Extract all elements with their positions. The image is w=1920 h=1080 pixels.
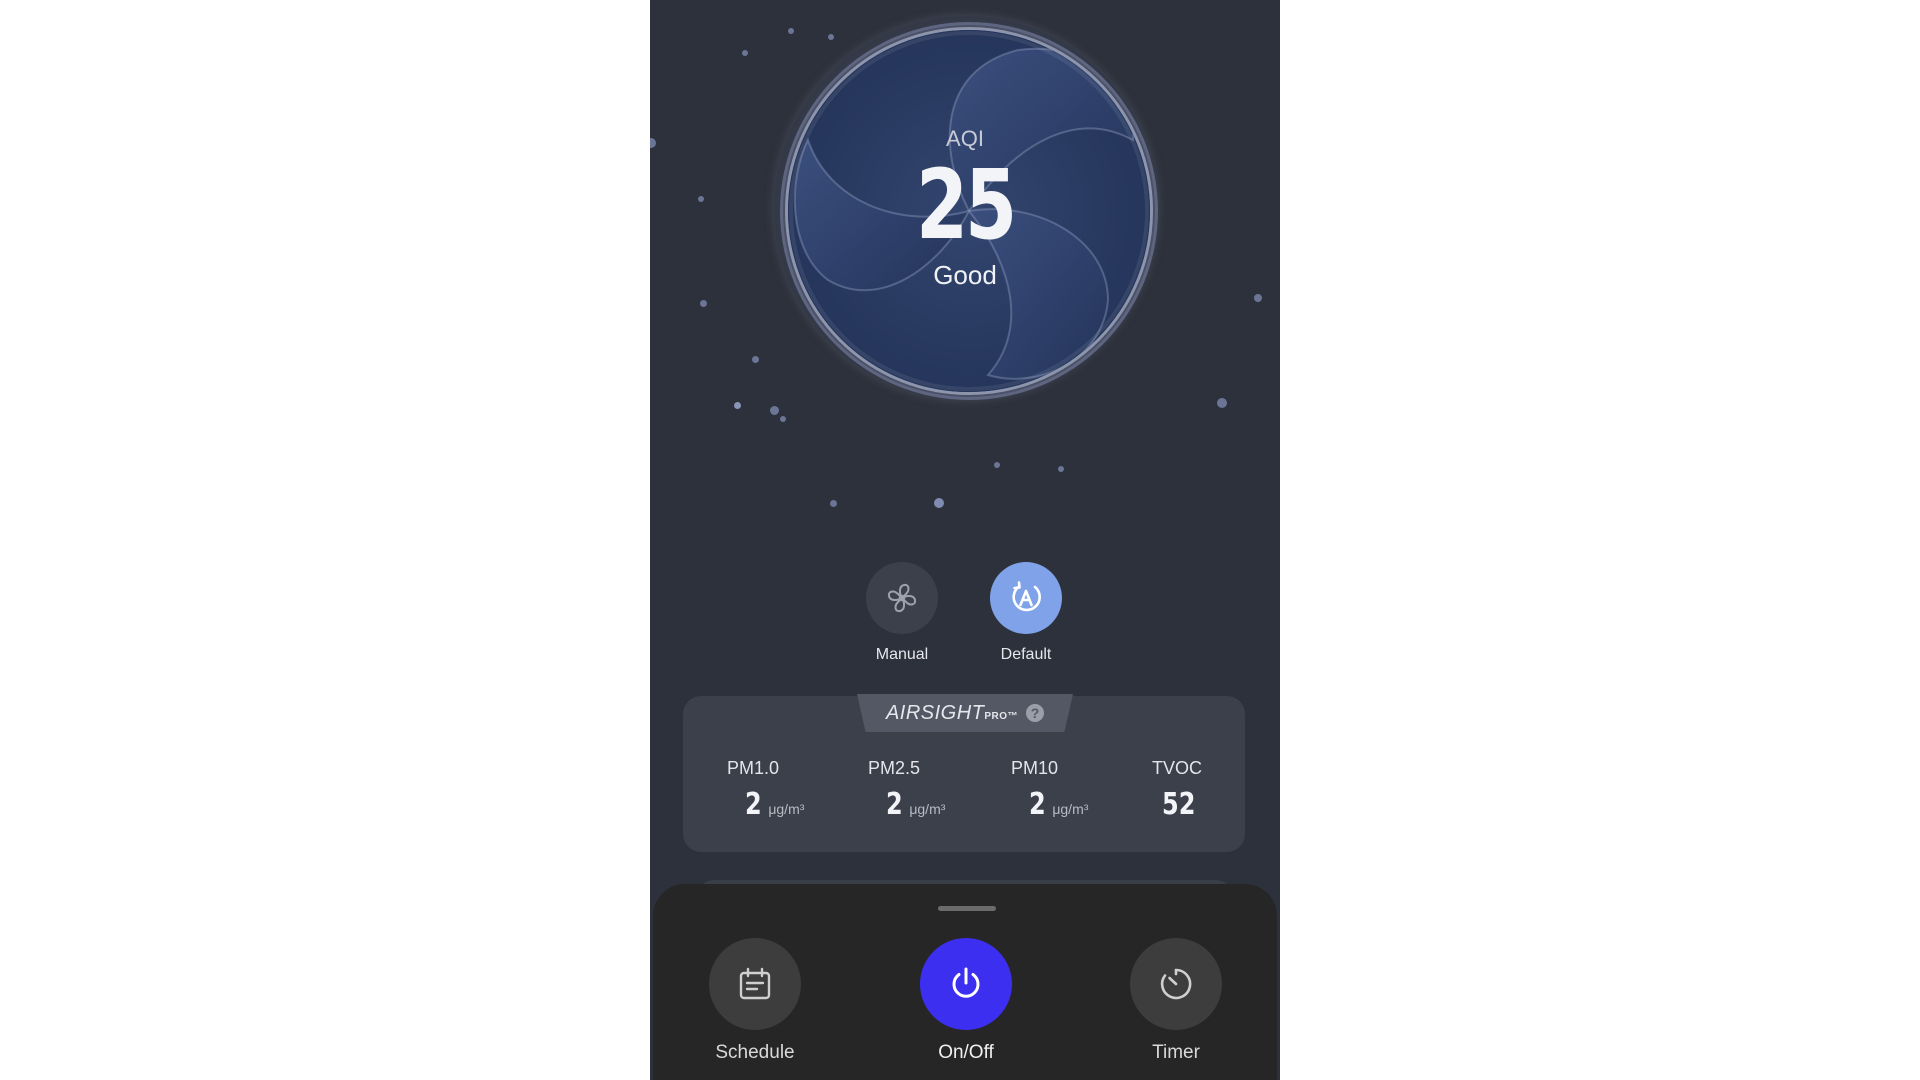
metric-unit: μg/m³ — [768, 801, 805, 817]
particle — [742, 50, 748, 56]
schedule-action[interactable]: Schedule — [685, 938, 825, 1064]
particle — [770, 406, 779, 415]
bottom-sheet[interactable]: Schedule On/Off Timer — [653, 884, 1277, 1080]
aqi-status: Good — [933, 260, 997, 290]
app-screen: AQI 25 Good Manual Default AIRSIGHTPRO™ … — [650, 0, 1280, 1080]
particle — [1217, 398, 1227, 408]
mode-manual[interactable]: Manual — [842, 562, 962, 664]
particle — [698, 196, 704, 202]
power-label: On/Off — [938, 1042, 994, 1063]
manual-mode-button[interactable] — [866, 562, 938, 634]
metric-value: 2 — [886, 787, 903, 822]
metric-value: 52 — [1162, 787, 1196, 822]
airsight-logo: AIRSIGHTPRO™ — [885, 701, 1019, 724]
particle — [994, 462, 1000, 468]
sheet-drag-handle[interactable] — [938, 906, 996, 911]
help-icon[interactable]: ? — [1026, 704, 1045, 722]
schedule-label: Schedule — [715, 1042, 795, 1063]
airsight-header: AIRSIGHTPRO™ ? — [857, 694, 1073, 732]
timer-action[interactable]: Timer — [1106, 938, 1246, 1064]
metric-value: 2 — [745, 787, 762, 822]
timer-button[interactable] — [1130, 938, 1222, 1030]
particle — [700, 300, 707, 307]
metric-pm25: PM2.5 2 μg/m³ — [868, 758, 1008, 822]
timer-icon — [1160, 968, 1192, 1000]
particle — [1254, 294, 1262, 302]
metric-name: TVOC — [1152, 758, 1203, 778]
airsight-card[interactable]: AIRSIGHTPRO™ ? PM1.0 2 μg/m³ PM2.5 2 μg/… — [683, 694, 1245, 852]
mode-default[interactable]: Default — [966, 562, 1086, 664]
metric-pm10: PM10 2 μg/m³ — [1011, 758, 1151, 822]
aqi-value: 25 — [916, 149, 1017, 261]
particle — [734, 402, 741, 409]
power-icon — [952, 967, 980, 998]
schedule-button[interactable] — [709, 938, 801, 1030]
metric-pm1: PM1.0 2 μg/m³ — [727, 758, 867, 822]
particle — [1058, 466, 1064, 472]
particle — [830, 500, 837, 507]
manual-mode-label: Manual — [875, 646, 929, 663]
particle — [780, 416, 786, 422]
metric-name: PM2.5 — [868, 758, 921, 778]
timer-label: Timer — [1152, 1042, 1200, 1063]
fan-icon — [887, 583, 917, 613]
metric-unit: μg/m³ — [909, 801, 946, 817]
auto-mode-icon — [1012, 581, 1041, 612]
metric-value: 2 — [1029, 787, 1046, 822]
metric-name: PM10 — [1011, 758, 1059, 778]
particle — [752, 356, 759, 363]
metric-tvoc: TVOC 52 — [1152, 758, 1280, 822]
metric-name: PM1.0 — [727, 758, 780, 778]
default-mode-button[interactable] — [990, 562, 1062, 634]
power-action[interactable]: On/Off — [896, 938, 1036, 1064]
metric-unit: μg/m³ — [1052, 801, 1089, 817]
default-mode-label: Default — [1000, 646, 1052, 663]
power-button[interactable] — [920, 938, 1012, 1030]
calendar-icon — [739, 967, 771, 1000]
particle — [934, 498, 944, 508]
